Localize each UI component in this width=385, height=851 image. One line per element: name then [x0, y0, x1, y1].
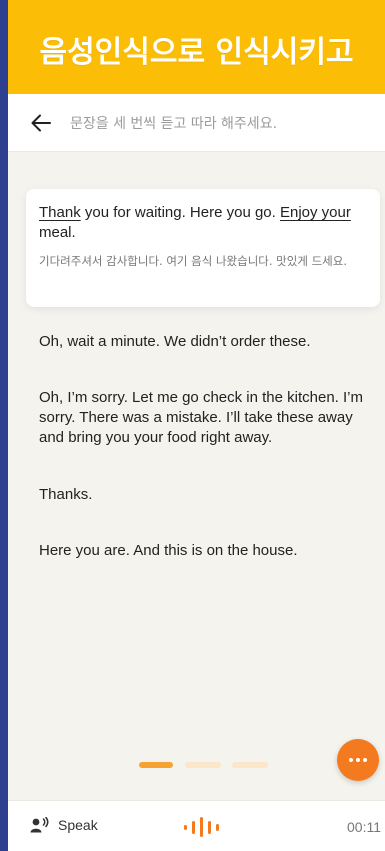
- pager-dot[interactable]: [185, 762, 221, 768]
- banner-title: 음성인식으로 인식시키고: [39, 35, 354, 70]
- app-frame: 음성인식으로 인식시키고 문장을 세 번씩 듣고 따라 해주세요. Thank …: [8, 0, 385, 851]
- speak-button[interactable]: Speak: [30, 817, 98, 833]
- bottom-bar: Speak 00:11: [8, 800, 385, 851]
- dialogue-line[interactable]: Here you are. And this is on the house.: [39, 541, 374, 561]
- pager-dot-active[interactable]: [139, 762, 173, 768]
- timer: 00:11: [347, 819, 381, 835]
- top-bar: 문장을 세 번씩 듣고 따라 해주세요.: [8, 94, 385, 152]
- active-sentence-english: Thank you for waiting. Here you go. Enjo…: [39, 203, 367, 243]
- sentence-text: you for waiting. Here you go.: [80, 204, 280, 221]
- arrow-left-icon: [31, 114, 51, 131]
- back-button[interactable]: [24, 106, 58, 140]
- speak-label: Speak: [58, 817, 98, 833]
- more-dots-icon: [348, 758, 369, 762]
- banner: 음성인식으로 인식시키고: [8, 0, 385, 94]
- dialogue-line[interactable]: Oh, I’m sorry. Let me go check in the ki…: [39, 388, 374, 448]
- more-button[interactable]: [337, 739, 379, 781]
- active-sentence-translation: 기다려주셔서 감사합니다. 여기 음식 나왔습니다. 맛있게 드세요.: [39, 254, 347, 268]
- sentence-text: meal.: [39, 224, 76, 241]
- audio-wave-icon[interactable]: [182, 815, 226, 839]
- pager-dot[interactable]: [232, 762, 268, 768]
- dialogue-line[interactable]: Oh, wait a minute. We didn’t order these…: [39, 332, 374, 352]
- highlight-word[interactable]: Enjoy your: [280, 204, 351, 221]
- active-sentence-card[interactable]: Thank you for waiting. Here you go. Enjo…: [26, 189, 380, 307]
- dialogue-line[interactable]: Thanks.: [39, 485, 374, 505]
- dialogue-area: Thank you for waiting. Here you go. Enjo…: [8, 152, 385, 800]
- speaker-voice-icon: [30, 817, 49, 833]
- highlight-word[interactable]: Thank: [39, 204, 81, 221]
- instruction-text: 문장을 세 번씩 듣고 따라 해주세요.: [70, 115, 278, 132]
